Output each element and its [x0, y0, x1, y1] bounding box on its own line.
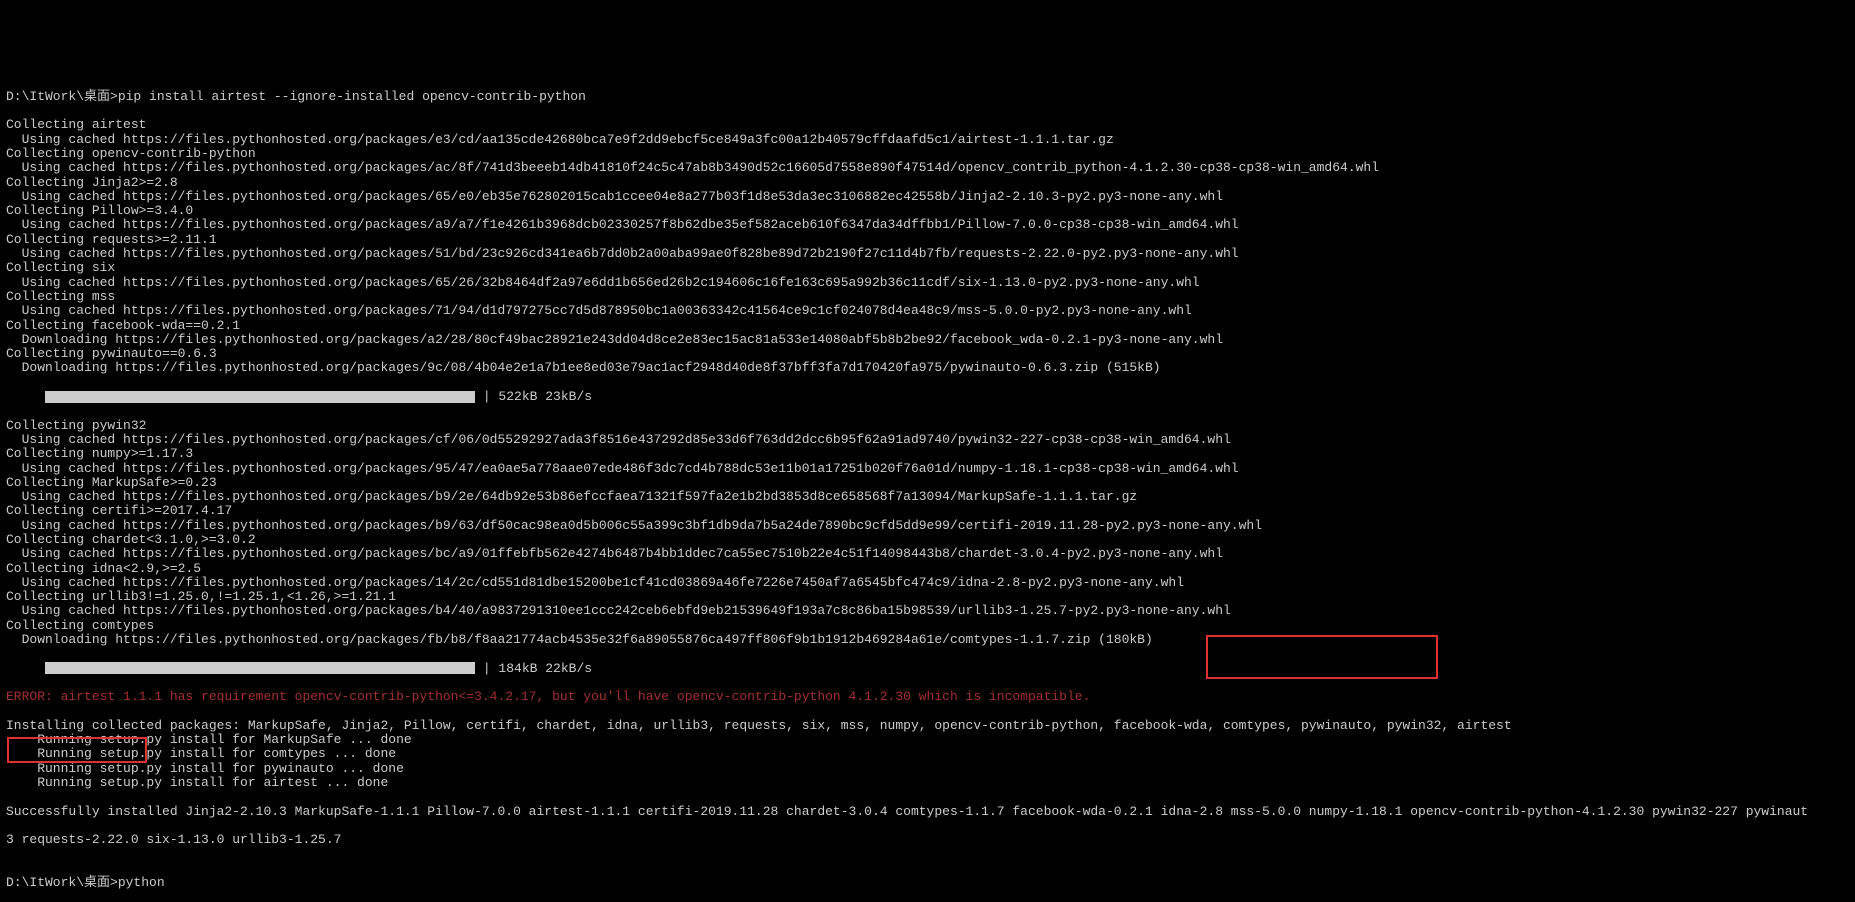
output-line: Collecting pywin32	[6, 419, 1849, 433]
output-line: Collecting requests>=2.11.1	[6, 233, 1849, 247]
success-post: pywin32-227 pywinaut	[1644, 804, 1808, 819]
success-pre: Successfully installed Jinja2-2.10.3 Mar…	[6, 804, 1395, 819]
output-line: Collecting six	[6, 261, 1849, 275]
success-line: Successfully installed Jinja2-2.10.3 Mar…	[6, 805, 1849, 819]
output-line: Using cached https://files.pythonhosted.…	[6, 433, 1849, 447]
output-line: Collecting Pillow>=3.4.0	[6, 204, 1849, 218]
output-line: Using cached https://files.pythonhosted.…	[6, 133, 1849, 147]
output-line: Using cached https://files.pythonhosted.…	[6, 576, 1849, 590]
success-line-2: 3 requests-2.22.0 six-1.13.0 urllib3-1.2…	[6, 833, 1849, 847]
output-line: Collecting certifi>=2017.4.17	[6, 504, 1849, 518]
success-highlight: 1 opencv-contrib-python-4.1.2.30	[1395, 804, 1645, 819]
output-line: Collecting airtest	[6, 118, 1849, 132]
output-line: Collecting MarkupSafe>=0.23	[6, 476, 1849, 490]
pip-error-line: ERROR: airtest 1.1.1 has requirement ope…	[6, 690, 1849, 704]
progress-line-1: | 522kB 23kB/s	[6, 390, 1849, 404]
output-line: Using cached https://files.pythonhosted.…	[6, 604, 1849, 618]
output-line: Using cached https://files.pythonhosted.…	[6, 490, 1849, 504]
output-line: Collecting idna<2.9,>=2.5	[6, 562, 1849, 576]
terminal-output[interactable]: D:\ItWork\桌面>pip install airtest --ignor…	[0, 71, 1855, 902]
progress-line-2: | 184kB 22kB/s	[6, 662, 1849, 676]
output-line: Using cached https://files.pythonhosted.…	[6, 161, 1849, 175]
output-line: Using cached https://files.pythonhosted.…	[6, 247, 1849, 261]
prompt-line: D:\ItWork\桌面>pip install airtest --ignor…	[6, 90, 1849, 104]
output-line: Collecting comtypes	[6, 619, 1849, 633]
output-line: Using cached https://files.pythonhosted.…	[6, 547, 1849, 561]
output-line: Collecting mss	[6, 290, 1849, 304]
output-line: Running setup.py install for airtest ...…	[6, 776, 1849, 790]
output-line: Collecting Jinja2>=2.8	[6, 176, 1849, 190]
output-line: Using cached https://files.pythonhosted.…	[6, 218, 1849, 232]
output-line: Collecting numpy>=1.17.3	[6, 447, 1849, 461]
output-line: Using cached https://files.pythonhosted.…	[6, 519, 1849, 533]
progress-text: | 522kB 23kB/s	[483, 389, 592, 404]
output-line: Using cached https://files.pythonhosted.…	[6, 304, 1849, 318]
output-line: Downloading https://files.pythonhosted.o…	[6, 361, 1849, 375]
prompt-line-2: D:\ItWork\桌面>python	[6, 876, 1849, 890]
output-line: Collecting chardet<3.1.0,>=3.0.2	[6, 533, 1849, 547]
output-line: Using cached https://files.pythonhosted.…	[6, 462, 1849, 476]
output-line: Running setup.py install for comtypes ..…	[6, 747, 1849, 761]
output-line: Running setup.py install for MarkupSafe …	[6, 733, 1849, 747]
output-line: Collecting opencv-contrib-python	[6, 147, 1849, 161]
output-line: Using cached https://files.pythonhosted.…	[6, 190, 1849, 204]
output-line: Using cached https://files.pythonhosted.…	[6, 276, 1849, 290]
progress-text: | 184kB 22kB/s	[483, 661, 592, 676]
output-line: Collecting facebook-wda==0.2.1	[6, 319, 1849, 333]
output-line: Collecting urllib3!=1.25.0,!=1.25.1,<1.2…	[6, 590, 1849, 604]
output-line: Installing collected packages: MarkupSaf…	[6, 719, 1849, 733]
output-line: Collecting pywinauto==0.6.3	[6, 347, 1849, 361]
output-line: Running setup.py install for pywinauto .…	[6, 762, 1849, 776]
output-line: Downloading https://files.pythonhosted.o…	[6, 633, 1849, 647]
output-line: Downloading https://files.pythonhosted.o…	[6, 333, 1849, 347]
